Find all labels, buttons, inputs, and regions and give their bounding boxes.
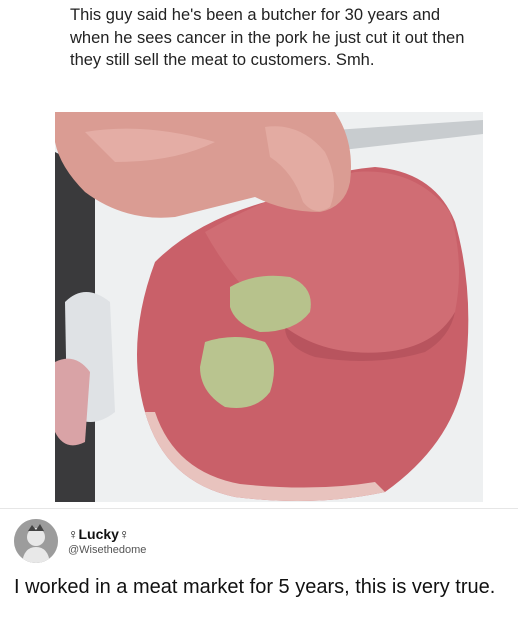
tweet-text: I worked in a meat market for 5 years, t… [14, 576, 496, 598]
post-caption: This guy said he's been a butcher for 30… [70, 6, 465, 69]
tweet-header: ♀Lucky♀ @Wisethedome [14, 516, 146, 566]
display-name[interactable]: ♀Lucky♀ [68, 525, 146, 543]
user-handle[interactable]: @Wisethedome [68, 543, 146, 557]
meat-photo [55, 112, 483, 502]
divider [0, 508, 518, 509]
meat-illustration [55, 112, 483, 502]
background-item [55, 358, 90, 446]
avatar[interactable] [14, 519, 58, 563]
avatar-image [14, 519, 58, 563]
tweet-author: ♀Lucky♀ @Wisethedome [68, 525, 146, 557]
